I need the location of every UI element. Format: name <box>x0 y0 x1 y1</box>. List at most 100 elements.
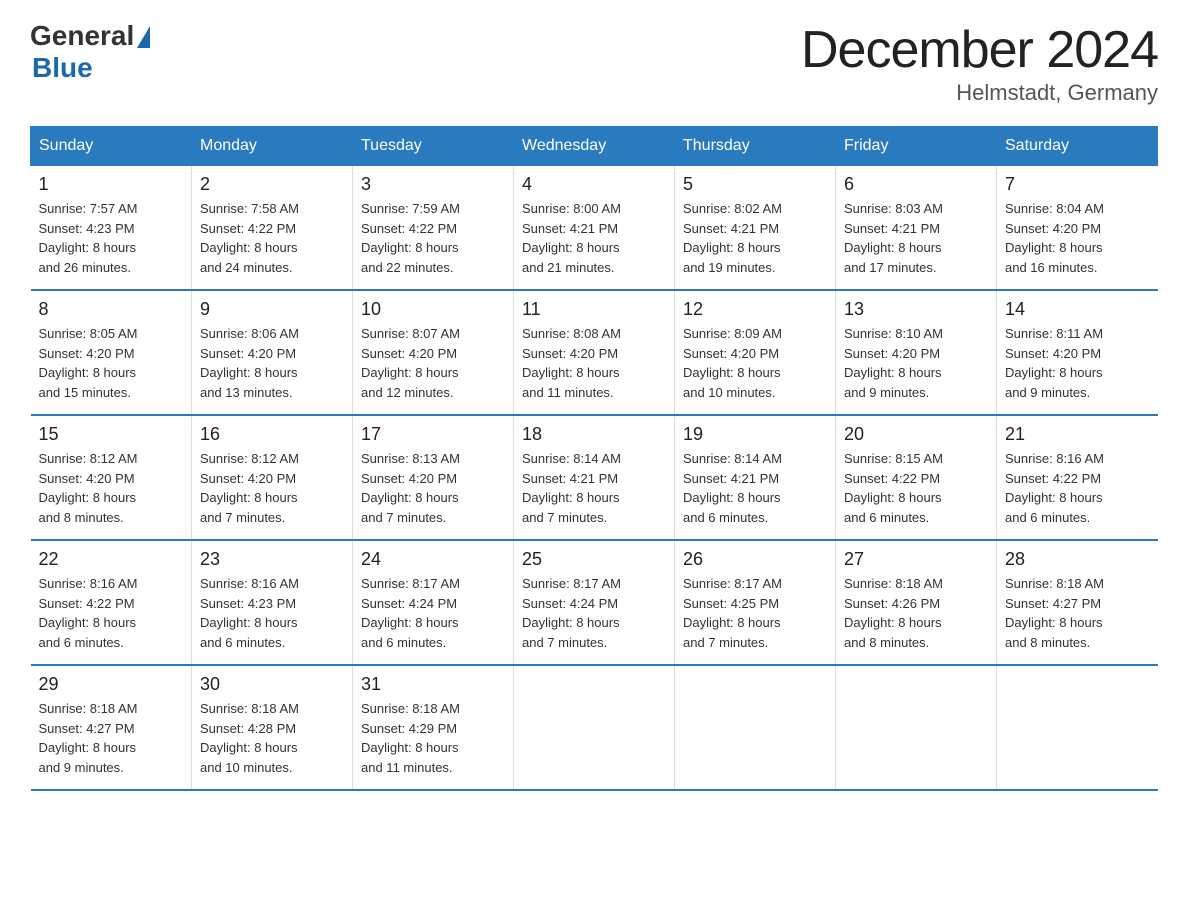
page-title: December 2024 <box>801 20 1158 80</box>
day-info: Sunrise: 8:08 AM Sunset: 4:20 PM Dayligh… <box>522 324 666 402</box>
table-row: 31 Sunrise: 8:18 AM Sunset: 4:29 PM Dayl… <box>353 665 514 790</box>
day-info: Sunrise: 8:06 AM Sunset: 4:20 PM Dayligh… <box>200 324 344 402</box>
table-row: 16 Sunrise: 8:12 AM Sunset: 4:20 PM Dayl… <box>192 415 353 540</box>
calendar-table: Sunday Monday Tuesday Wednesday Thursday… <box>30 126 1158 791</box>
day-number: 7 <box>1005 174 1150 195</box>
day-info: Sunrise: 8:17 AM Sunset: 4:25 PM Dayligh… <box>683 574 827 652</box>
day-number: 19 <box>683 424 827 445</box>
col-wednesday: Wednesday <box>514 127 675 166</box>
logo: General Blue <box>30 20 150 84</box>
day-number: 29 <box>39 674 184 695</box>
table-row <box>997 665 1158 790</box>
day-number: 24 <box>361 549 505 570</box>
day-number: 14 <box>1005 299 1150 320</box>
day-info: Sunrise: 8:05 AM Sunset: 4:20 PM Dayligh… <box>39 324 184 402</box>
day-number: 5 <box>683 174 827 195</box>
day-info: Sunrise: 8:18 AM Sunset: 4:29 PM Dayligh… <box>361 699 505 777</box>
day-number: 12 <box>683 299 827 320</box>
day-info: Sunrise: 8:16 AM Sunset: 4:22 PM Dayligh… <box>1005 449 1150 527</box>
table-row: 9 Sunrise: 8:06 AM Sunset: 4:20 PM Dayli… <box>192 290 353 415</box>
day-number: 26 <box>683 549 827 570</box>
day-info: Sunrise: 8:18 AM Sunset: 4:27 PM Dayligh… <box>39 699 184 777</box>
table-row <box>675 665 836 790</box>
day-info: Sunrise: 8:04 AM Sunset: 4:20 PM Dayligh… <box>1005 199 1150 277</box>
table-row: 6 Sunrise: 8:03 AM Sunset: 4:21 PM Dayli… <box>836 166 997 291</box>
table-row: 26 Sunrise: 8:17 AM Sunset: 4:25 PM Dayl… <box>675 540 836 665</box>
table-row <box>836 665 997 790</box>
table-row: 8 Sunrise: 8:05 AM Sunset: 4:20 PM Dayli… <box>31 290 192 415</box>
day-info: Sunrise: 8:14 AM Sunset: 4:21 PM Dayligh… <box>683 449 827 527</box>
day-number: 4 <box>522 174 666 195</box>
day-number: 13 <box>844 299 988 320</box>
day-info: Sunrise: 7:57 AM Sunset: 4:23 PM Dayligh… <box>39 199 184 277</box>
day-info: Sunrise: 8:18 AM Sunset: 4:26 PM Dayligh… <box>844 574 988 652</box>
calendar-week-row: 22 Sunrise: 8:16 AM Sunset: 4:22 PM Dayl… <box>31 540 1158 665</box>
day-number: 16 <box>200 424 344 445</box>
day-info: Sunrise: 8:03 AM Sunset: 4:21 PM Dayligh… <box>844 199 988 277</box>
table-row: 24 Sunrise: 8:17 AM Sunset: 4:24 PM Dayl… <box>353 540 514 665</box>
day-number: 17 <box>361 424 505 445</box>
day-info: Sunrise: 8:10 AM Sunset: 4:20 PM Dayligh… <box>844 324 988 402</box>
day-number: 28 <box>1005 549 1150 570</box>
table-row: 27 Sunrise: 8:18 AM Sunset: 4:26 PM Dayl… <box>836 540 997 665</box>
day-info: Sunrise: 8:14 AM Sunset: 4:21 PM Dayligh… <box>522 449 666 527</box>
day-number: 11 <box>522 299 666 320</box>
day-info: Sunrise: 8:07 AM Sunset: 4:20 PM Dayligh… <box>361 324 505 402</box>
table-row: 19 Sunrise: 8:14 AM Sunset: 4:21 PM Dayl… <box>675 415 836 540</box>
day-info: Sunrise: 8:15 AM Sunset: 4:22 PM Dayligh… <box>844 449 988 527</box>
calendar-week-row: 15 Sunrise: 8:12 AM Sunset: 4:20 PM Dayl… <box>31 415 1158 540</box>
day-info: Sunrise: 8:13 AM Sunset: 4:20 PM Dayligh… <box>361 449 505 527</box>
day-number: 20 <box>844 424 988 445</box>
table-row: 23 Sunrise: 8:16 AM Sunset: 4:23 PM Dayl… <box>192 540 353 665</box>
table-row: 17 Sunrise: 8:13 AM Sunset: 4:20 PM Dayl… <box>353 415 514 540</box>
table-row: 12 Sunrise: 8:09 AM Sunset: 4:20 PM Dayl… <box>675 290 836 415</box>
day-number: 31 <box>361 674 505 695</box>
day-info: Sunrise: 8:17 AM Sunset: 4:24 PM Dayligh… <box>361 574 505 652</box>
day-info: Sunrise: 8:12 AM Sunset: 4:20 PM Dayligh… <box>200 449 344 527</box>
day-number: 21 <box>1005 424 1150 445</box>
table-row: 4 Sunrise: 8:00 AM Sunset: 4:21 PM Dayli… <box>514 166 675 291</box>
table-row: 15 Sunrise: 8:12 AM Sunset: 4:20 PM Dayl… <box>31 415 192 540</box>
table-row: 2 Sunrise: 7:58 AM Sunset: 4:22 PM Dayli… <box>192 166 353 291</box>
col-saturday: Saturday <box>997 127 1158 166</box>
table-row: 21 Sunrise: 8:16 AM Sunset: 4:22 PM Dayl… <box>997 415 1158 540</box>
logo-blue-text: Blue <box>32 52 93 84</box>
day-info: Sunrise: 8:17 AM Sunset: 4:24 PM Dayligh… <box>522 574 666 652</box>
logo-triangle-icon <box>137 26 150 48</box>
day-number: 22 <box>39 549 184 570</box>
table-row: 5 Sunrise: 8:02 AM Sunset: 4:21 PM Dayli… <box>675 166 836 291</box>
day-number: 8 <box>39 299 184 320</box>
page-header: General Blue December 2024 Helmstadt, Ge… <box>30 20 1158 106</box>
logo-general-text: General <box>30 20 134 52</box>
day-info: Sunrise: 8:16 AM Sunset: 4:22 PM Dayligh… <box>39 574 184 652</box>
day-info: Sunrise: 7:58 AM Sunset: 4:22 PM Dayligh… <box>200 199 344 277</box>
col-monday: Monday <box>192 127 353 166</box>
day-info: Sunrise: 7:59 AM Sunset: 4:22 PM Dayligh… <box>361 199 505 277</box>
day-number: 27 <box>844 549 988 570</box>
table-row: 14 Sunrise: 8:11 AM Sunset: 4:20 PM Dayl… <box>997 290 1158 415</box>
day-number: 18 <box>522 424 666 445</box>
table-row: 10 Sunrise: 8:07 AM Sunset: 4:20 PM Dayl… <box>353 290 514 415</box>
col-thursday: Thursday <box>675 127 836 166</box>
table-row: 11 Sunrise: 8:08 AM Sunset: 4:20 PM Dayl… <box>514 290 675 415</box>
calendar-week-row: 29 Sunrise: 8:18 AM Sunset: 4:27 PM Dayl… <box>31 665 1158 790</box>
day-number: 9 <box>200 299 344 320</box>
table-row: 25 Sunrise: 8:17 AM Sunset: 4:24 PM Dayl… <box>514 540 675 665</box>
day-info: Sunrise: 8:09 AM Sunset: 4:20 PM Dayligh… <box>683 324 827 402</box>
day-info: Sunrise: 8:00 AM Sunset: 4:21 PM Dayligh… <box>522 199 666 277</box>
table-row: 13 Sunrise: 8:10 AM Sunset: 4:20 PM Dayl… <box>836 290 997 415</box>
table-row: 28 Sunrise: 8:18 AM Sunset: 4:27 PM Dayl… <box>997 540 1158 665</box>
page-subtitle: Helmstadt, Germany <box>801 80 1158 106</box>
day-info: Sunrise: 8:12 AM Sunset: 4:20 PM Dayligh… <box>39 449 184 527</box>
table-row: 30 Sunrise: 8:18 AM Sunset: 4:28 PM Dayl… <box>192 665 353 790</box>
day-info: Sunrise: 8:16 AM Sunset: 4:23 PM Dayligh… <box>200 574 344 652</box>
calendar-header-row: Sunday Monday Tuesday Wednesday Thursday… <box>31 127 1158 166</box>
col-tuesday: Tuesday <box>353 127 514 166</box>
table-row: 1 Sunrise: 7:57 AM Sunset: 4:23 PM Dayli… <box>31 166 192 291</box>
table-row: 20 Sunrise: 8:15 AM Sunset: 4:22 PM Dayl… <box>836 415 997 540</box>
col-friday: Friday <box>836 127 997 166</box>
title-block: December 2024 Helmstadt, Germany <box>801 20 1158 106</box>
table-row: 22 Sunrise: 8:16 AM Sunset: 4:22 PM Dayl… <box>31 540 192 665</box>
col-sunday: Sunday <box>31 127 192 166</box>
table-row: 7 Sunrise: 8:04 AM Sunset: 4:20 PM Dayli… <box>997 166 1158 291</box>
